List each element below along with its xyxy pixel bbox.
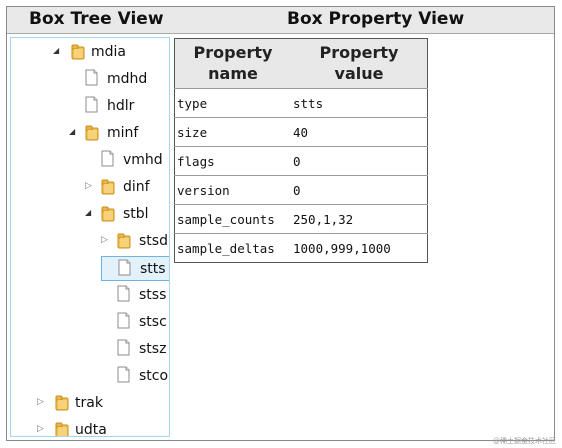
tree-item-udta[interactable]: ▷ udta bbox=[11, 418, 169, 437]
table-row: flags 0 bbox=[174, 146, 428, 176]
tree-item-stts[interactable]: stts bbox=[101, 256, 169, 281]
tree-item-mdhd[interactable]: mdhd bbox=[11, 67, 169, 92]
file-icon bbox=[85, 69, 98, 86]
tree-item-minf[interactable]: ◢ minf bbox=[11, 121, 169, 146]
tree-item-label: stsd bbox=[139, 233, 168, 249]
collapsed-arrow-icon[interactable]: ▷ bbox=[37, 424, 45, 434]
tree-item-stsd[interactable]: ▷ stsd bbox=[11, 229, 169, 254]
tree-item-label: minf bbox=[107, 125, 139, 141]
folder-icon bbox=[55, 421, 69, 436]
property-value-cell: 0 bbox=[291, 175, 428, 205]
tree-item-label: mdhd bbox=[107, 71, 148, 87]
property-value-cell: 1000,999,1000 bbox=[291, 233, 428, 263]
expanded-arrow-icon[interactable]: ◢ bbox=[85, 208, 93, 218]
folder-icon bbox=[71, 43, 85, 60]
tree-item-label: mdia bbox=[91, 44, 126, 60]
tree-item-label: stsc bbox=[139, 314, 167, 330]
tree-view-header: Box Tree View bbox=[29, 9, 164, 29]
folder-icon bbox=[101, 205, 115, 222]
property-value-cell: 40 bbox=[291, 117, 428, 147]
tree-item-label: stts bbox=[140, 261, 166, 277]
collapsed-arrow-icon[interactable]: ▷ bbox=[101, 235, 109, 245]
file-icon bbox=[101, 150, 114, 167]
tree-item-label: hdlr bbox=[107, 98, 135, 114]
file-icon bbox=[117, 285, 130, 302]
property-name-cell: type bbox=[174, 88, 291, 118]
tree-item-label: vmhd bbox=[123, 152, 163, 168]
tree-item-label: stsz bbox=[139, 341, 167, 357]
tree-item-stsz[interactable]: stsz bbox=[11, 337, 169, 362]
file-icon bbox=[117, 312, 130, 329]
tree-item-hdlr[interactable]: hdlr bbox=[11, 94, 169, 119]
column-header-property-value: Property value bbox=[291, 38, 428, 89]
tree-item-label: udta bbox=[75, 422, 107, 437]
collapsed-arrow-icon[interactable]: ▷ bbox=[85, 181, 93, 191]
tree-item-vmhd[interactable]: vmhd bbox=[11, 148, 169, 173]
tree-item-stbl[interactable]: ◢ stbl bbox=[11, 202, 169, 227]
tree-item-mdia[interactable]: ◢ mdia bbox=[11, 40, 169, 65]
tree-item-label: stbl bbox=[123, 206, 149, 222]
table-row: size 40 bbox=[174, 117, 428, 147]
column-header-property-name: Property name bbox=[174, 38, 291, 89]
tree-item-trak[interactable]: ▷ trak bbox=[11, 391, 169, 416]
folder-icon bbox=[55, 394, 69, 411]
box-tree[interactable]: ◢ mdia mdhd hdlr ◢ minf vmhd ▷ dinf ◢ stbl ▷ stsd stt… bbox=[10, 37, 170, 437]
file-icon bbox=[117, 339, 130, 356]
header-bar: Box Tree View Box Property View bbox=[7, 7, 554, 34]
property-name-cell: size bbox=[174, 117, 291, 147]
property-value-cell: stts bbox=[291, 88, 428, 118]
tree-item-label: trak bbox=[75, 395, 103, 411]
main-window: Box Tree View Box Property View ◢ mdia mdh… bbox=[6, 6, 555, 441]
tree-item-stss[interactable]: stss bbox=[11, 283, 169, 308]
tree-item-label: dinf bbox=[123, 179, 150, 195]
file-icon bbox=[85, 96, 98, 113]
file-icon bbox=[117, 366, 130, 383]
folder-icon bbox=[85, 124, 99, 141]
tree-item-label: stss bbox=[139, 287, 167, 303]
property-name-cell: version bbox=[174, 175, 291, 205]
folder-icon bbox=[117, 232, 131, 249]
collapsed-arrow-icon[interactable]: ▷ bbox=[37, 397, 45, 407]
table-row: sample_deltas 1000,999,1000 bbox=[174, 233, 428, 263]
tree-item-stsc[interactable]: stsc bbox=[11, 310, 169, 335]
property-value-cell: 250,1,32 bbox=[291, 204, 428, 234]
property-value-cell: 0 bbox=[291, 146, 428, 176]
property-view-header: Box Property View bbox=[287, 9, 465, 29]
property-name-cell: sample_counts bbox=[174, 204, 291, 234]
file-icon bbox=[118, 259, 131, 276]
table-row: version 0 bbox=[174, 175, 428, 205]
table-row: sample_counts 250,1,32 bbox=[174, 204, 428, 234]
table-header-row: Property name Property value bbox=[174, 38, 428, 89]
tree-item-label: stco bbox=[139, 368, 169, 384]
tree-item-dinf[interactable]: ▷ dinf bbox=[11, 175, 169, 200]
tree-item-stco[interactable]: stco bbox=[11, 364, 169, 389]
property-name-cell: flags bbox=[174, 146, 291, 176]
expanded-arrow-icon[interactable]: ◢ bbox=[69, 127, 77, 137]
expanded-arrow-icon[interactable]: ◢ bbox=[53, 46, 61, 56]
folder-icon bbox=[101, 178, 115, 195]
table-row: type stts bbox=[174, 88, 428, 118]
watermark: @稀土掘金技术社区 bbox=[493, 437, 556, 445]
property-name-cell: sample_deltas bbox=[174, 233, 291, 263]
property-table: Property name Property value type stts siz… bbox=[174, 38, 428, 263]
